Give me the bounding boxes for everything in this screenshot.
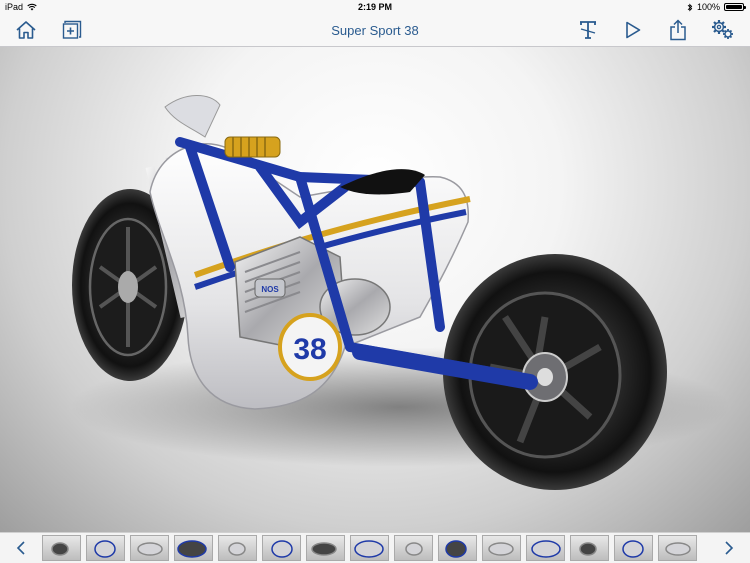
thumbnail-engine-block[interactable] [306, 535, 345, 561]
rear-wheel-thumbnail-image [531, 540, 561, 558]
race-number: 38 [293, 333, 326, 366]
exhaust-thumbnail-image [228, 542, 246, 556]
seat-thumbnail-image [579, 542, 597, 556]
thumbnail-front-wheel[interactable] [482, 535, 521, 561]
motorcycle-model: NOS 38 [70, 95, 730, 490]
windscreen [164, 95, 221, 138]
engine-thumbnail-image [94, 540, 116, 558]
previous-button[interactable] [12, 537, 30, 559]
thumbnail-tank[interactable] [658, 535, 697, 561]
gearbox-thumbnail-image [405, 542, 423, 556]
side-cover-thumbnail-image [137, 542, 163, 556]
battery-percent: 100% [696, 2, 720, 12]
thumbnail-side-cover[interactable] [130, 535, 169, 561]
shock-absorber [224, 136, 281, 158]
battery-icon [724, 3, 746, 11]
thumbnail-fork[interactable] [438, 535, 477, 561]
battery-fill [726, 5, 742, 9]
status-bar: iPad 2:19 PM 100% [0, 0, 750, 14]
share-button[interactable] [666, 18, 690, 42]
thumbnail-cylinder[interactable] [350, 535, 389, 561]
thumbnail-exhaust[interactable] [218, 535, 257, 561]
thumbnail-fairing[interactable] [614, 535, 653, 561]
engine-block-thumbnail-image [311, 542, 337, 556]
nos-sticker: NOS [261, 285, 279, 294]
clock: 2:19 PM [357, 2, 392, 12]
cylinder-thumbnail-image [354, 540, 384, 558]
thumbnail-list [42, 535, 697, 561]
fairing-thumbnail-image [622, 540, 644, 558]
thumbnail-shock-absorber[interactable] [262, 535, 301, 561]
chevron-left-icon [16, 541, 25, 555]
shock-absorber-thumbnail-image [271, 540, 293, 558]
front-wheel-thumbnail-image [488, 542, 514, 556]
race-number-plate: 38 [278, 313, 342, 381]
fork-thumbnail-image [445, 540, 467, 558]
play-icon [626, 21, 641, 39]
thumbnail-engine[interactable] [86, 535, 125, 561]
thumbnail-seat[interactable] [570, 535, 609, 561]
thumbnail-full-bike[interactable] [42, 535, 81, 561]
play-button[interactable] [621, 18, 645, 42]
share-icon [670, 19, 686, 41]
model-viewport[interactable]: NOS 38 [0, 47, 750, 532]
chevron-right-icon [725, 541, 734, 555]
thumbnail-gearbox[interactable] [394, 535, 433, 561]
thumbnail-rear-wheel[interactable] [526, 535, 565, 561]
settings-button[interactable] [711, 18, 735, 42]
text-tool-button[interactable] [576, 18, 600, 42]
navigation-bar: Super Sport 38 [0, 14, 750, 47]
next-button[interactable] [720, 537, 738, 559]
tank-thumbnail-image [665, 542, 691, 556]
frame-thumbnail-image [177, 540, 207, 558]
text-annotation-icon [580, 21, 596, 39]
views-filmstrip [0, 532, 750, 563]
bluetooth-icon [687, 3, 693, 11]
gears-icon [712, 20, 733, 39]
thumbnail-frame[interactable] [174, 535, 213, 561]
full-bike-thumbnail-image [51, 542, 69, 556]
